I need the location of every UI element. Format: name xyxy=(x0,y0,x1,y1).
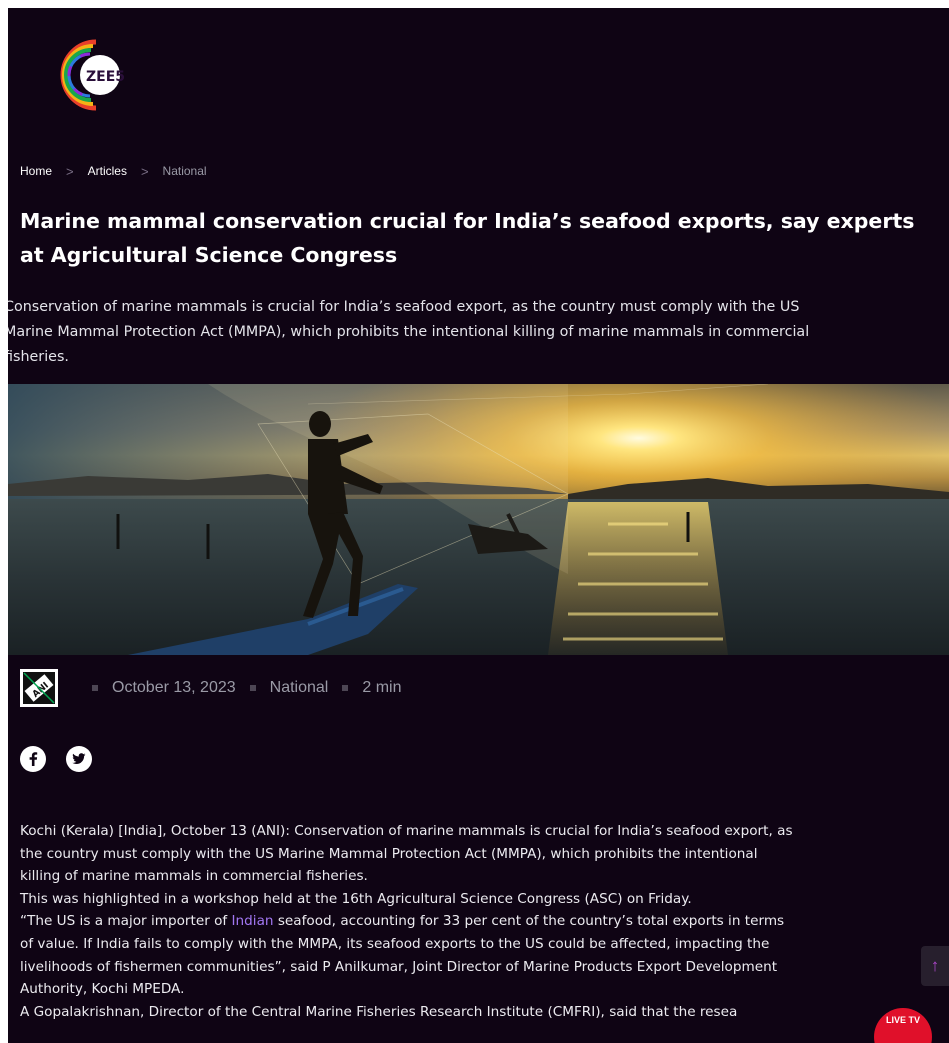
breadcrumb-separator-icon: > xyxy=(66,163,74,179)
scroll-to-top-button[interactable]: ↑ xyxy=(921,946,949,986)
zee5-logo[interactable]: ZEE5 xyxy=(46,30,146,120)
live-tv-label: LIVE TV xyxy=(885,1015,920,1025)
ani-source-logo: ANI xyxy=(20,669,58,707)
breadcrumb-national[interactable]: National xyxy=(163,164,207,178)
breadcrumb-articles[interactable]: Articles xyxy=(88,164,127,178)
meta-separator xyxy=(249,685,256,691)
breadcrumb-home[interactable]: Home xyxy=(20,164,52,178)
meta-separator xyxy=(342,685,349,691)
meta-separator xyxy=(92,685,98,691)
arrow-up-icon: ↑ xyxy=(930,956,940,975)
twitter-share-button[interactable] xyxy=(66,746,92,772)
article-category[interactable]: National xyxy=(270,679,329,697)
body-text-segment: seafood, accounting for 33 per cent of t… xyxy=(273,913,785,930)
facebook-share-button[interactable] xyxy=(20,746,46,772)
article-page: ZEE5 Home > Articles > National Marine m… xyxy=(8,8,949,1043)
article-body: Kochi (Kerala) [India], October 13 (ANI)… xyxy=(20,820,949,1023)
body-line: Authority, Kochi MPEDA. xyxy=(20,981,185,998)
body-line: the country must comply with the US Mari… xyxy=(20,845,758,862)
article-date: October 13, 2023 xyxy=(112,679,236,696)
body-text-segment: “The US is a major importer of xyxy=(20,913,232,930)
body-line: Kochi (Kerala) [India], October 13 (ANI)… xyxy=(20,823,793,839)
summary-line: Conservation of marine mammals is crucia… xyxy=(8,299,800,315)
body-line: livelihoods of fishermen communities”, s… xyxy=(20,958,778,975)
summary-line: fisheries. xyxy=(8,349,69,365)
breadcrumb-separator-icon: > xyxy=(140,163,149,179)
indian-topic-link[interactable]: Indian xyxy=(232,913,274,929)
summary-line: Marine Mammal Protection Act (MMPA), whi… xyxy=(8,324,810,340)
body-line: “The US is a major importer of Indian se… xyxy=(20,910,949,933)
article-headline: Marine mammal conservation crucial for I… xyxy=(20,209,915,267)
breadcrumb: Home > Articles > National xyxy=(20,161,207,181)
twitter-icon xyxy=(72,753,86,764)
article-read-time: 2 min xyxy=(362,679,402,696)
body-line: A Gopalakrishnan, Director of the Centra… xyxy=(20,1003,738,1020)
hero-image xyxy=(8,384,949,655)
body-line: of value. If India fails to comply with … xyxy=(20,935,770,952)
social-share xyxy=(20,746,112,772)
body-line: killing of marine mammals in commercial … xyxy=(20,868,368,885)
article-summary: Conservation of marine mammals is crucia… xyxy=(8,295,946,370)
body-line: This was highlighted in a workshop held … xyxy=(20,890,692,907)
article-meta: ANI October 13, 2023 National 2 min xyxy=(20,668,401,708)
svg-text:ZEE5: ZEE5 xyxy=(86,69,125,85)
zee5-logo-icon: ZEE5 xyxy=(60,39,125,111)
facebook-icon xyxy=(29,752,38,766)
